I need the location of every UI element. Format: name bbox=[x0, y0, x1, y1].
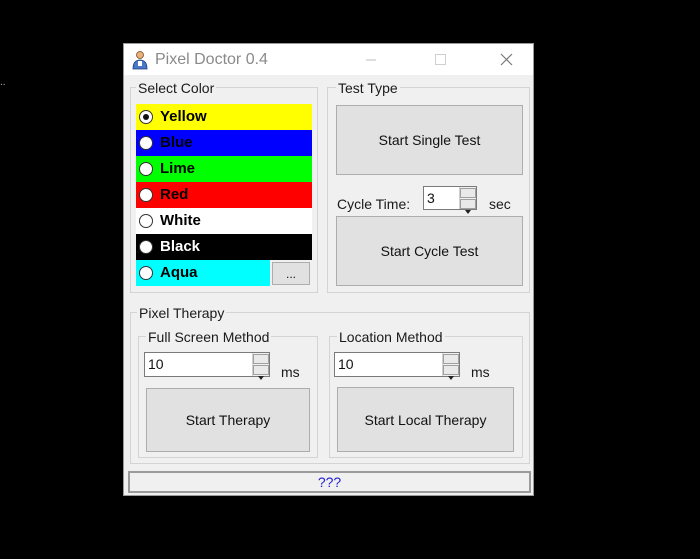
select-color-title: Select Color bbox=[136, 80, 217, 96]
color-label: White bbox=[160, 212, 201, 229]
color-label: Blue bbox=[160, 134, 193, 151]
caret-down-icon bbox=[465, 210, 471, 214]
location-interval-stepper[interactable] bbox=[442, 353, 459, 380]
test-type-title: Test Type bbox=[336, 80, 400, 96]
radio-button[interactable] bbox=[139, 136, 153, 150]
radio-button[interactable] bbox=[139, 240, 153, 254]
cycle-time-value: 3 bbox=[427, 190, 435, 206]
color-option-white[interactable]: White bbox=[136, 208, 312, 234]
start-local-therapy-button[interactable]: Start Local Therapy bbox=[337, 387, 514, 452]
color-label: Black bbox=[160, 238, 201, 255]
color-option-red[interactable]: Red bbox=[136, 182, 312, 208]
location-method-title: Location Method bbox=[337, 329, 445, 345]
color-option-aqua[interactable]: Aqua bbox=[136, 260, 270, 286]
person-icon bbox=[132, 51, 148, 70]
radio-button[interactable] bbox=[139, 162, 153, 176]
color-label: Yellow bbox=[160, 108, 207, 125]
radio-button[interactable] bbox=[139, 266, 153, 280]
spin-up-button[interactable] bbox=[253, 354, 269, 369]
spin-up-button[interactable] bbox=[460, 188, 476, 203]
color-label: Lime bbox=[160, 160, 196, 177]
radio-button[interactable] bbox=[139, 214, 153, 228]
title-bar[interactable]: Pixel Doctor 0.4 bbox=[124, 44, 533, 75]
status-text[interactable]: ??? bbox=[318, 474, 341, 490]
spin-down-button[interactable] bbox=[443, 365, 459, 380]
full-screen-interval-input[interactable]: 10 bbox=[144, 352, 270, 380]
cycle-time-stepper[interactable] bbox=[459, 187, 476, 214]
caret-down-icon bbox=[448, 376, 454, 380]
caret-down-icon bbox=[258, 376, 264, 380]
radio-button[interactable] bbox=[139, 188, 153, 202]
start-single-test-button[interactable]: Start Single Test bbox=[336, 105, 523, 175]
location-interval-input[interactable]: 10 bbox=[334, 352, 460, 380]
location-interval-value: 10 bbox=[338, 356, 354, 372]
minimize-button[interactable] bbox=[348, 44, 394, 75]
spin-down-button[interactable] bbox=[460, 199, 476, 214]
cycle-time-input[interactable]: 3 bbox=[423, 186, 477, 214]
full-screen-interval-value: 10 bbox=[148, 356, 164, 372]
stray-text: .. bbox=[0, 77, 6, 88]
spin-up-button[interactable] bbox=[443, 354, 459, 369]
pixel-therapy-title: Pixel Therapy bbox=[137, 305, 227, 321]
window-title: Pixel Doctor 0.4 bbox=[155, 51, 268, 68]
custom-color-button[interactable]: ... bbox=[272, 262, 310, 285]
cycle-time-unit: sec bbox=[489, 196, 511, 212]
radio-button[interactable] bbox=[139, 110, 153, 124]
close-icon bbox=[500, 53, 513, 66]
color-option-blue[interactable]: Blue bbox=[136, 130, 312, 156]
full-screen-interval-unit: ms bbox=[281, 364, 300, 380]
color-option-black[interactable]: Black bbox=[136, 234, 312, 260]
color-label: Red bbox=[160, 186, 189, 203]
maximize-button[interactable] bbox=[417, 44, 463, 75]
color-option-lime[interactable]: Lime bbox=[136, 156, 312, 182]
close-button[interactable] bbox=[484, 44, 530, 75]
location-interval-unit: ms bbox=[471, 364, 490, 380]
cycle-time-label: Cycle Time: bbox=[337, 196, 411, 212]
maximize-icon bbox=[435, 54, 446, 65]
full-screen-interval-stepper[interactable] bbox=[252, 353, 269, 380]
minimize-icon bbox=[366, 59, 376, 61]
start-therapy-button[interactable]: Start Therapy bbox=[146, 388, 310, 452]
start-cycle-test-button[interactable]: Start Cycle Test bbox=[336, 216, 523, 286]
status-bar[interactable]: ??? bbox=[128, 471, 531, 493]
spin-down-button[interactable] bbox=[253, 365, 269, 380]
color-label: Aqua bbox=[160, 264, 198, 281]
full-screen-method-title: Full Screen Method bbox=[146, 329, 272, 345]
app-window: Pixel Doctor 0.4 Select Color Yellow Blu… bbox=[123, 43, 534, 496]
color-option-yellow[interactable]: Yellow bbox=[136, 104, 312, 130]
